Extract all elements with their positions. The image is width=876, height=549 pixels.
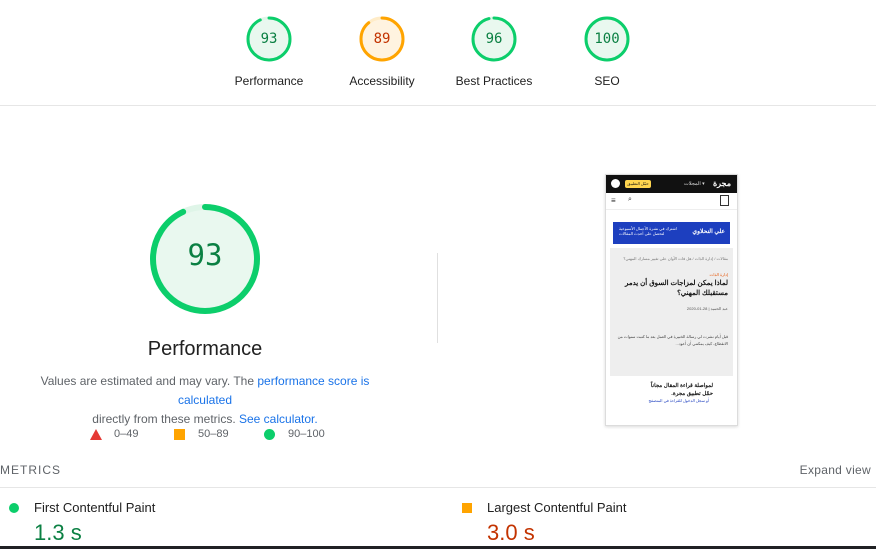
final-screenshot[interactable]: حمّل التطبيق المجلات ▾ مجرة ≡ ⌕ اشترك في… [605,174,738,426]
site-nav: ≡ ⌕ [606,193,737,210]
gauge-label: Performance [234,74,304,88]
cta-line-3: أو سجل الدخول للقراءة في المتصفح [648,398,709,403]
score-ring: 96 [470,15,518,63]
metric-name: Largest Contentful Paint [487,500,627,515]
category-scores-bar: 93 Performance 89 Accessibility 96 Best … [0,0,876,106]
metric-value: 3.0 s [487,520,535,545]
gauge-label: SEO [594,74,620,88]
score-ring: 89 [358,15,406,63]
pass-circle-icon [9,503,19,513]
performance-title: Performance [147,338,263,360]
legend-label: 50–89 [198,428,229,440]
article-category: إدارة الذات [709,272,728,277]
legend-label: 90–100 [288,428,325,440]
newsletter-banner: اشترك في نشرة الأعمال الأسبوعية لتحصل عل… [613,222,730,244]
banner-title: علي النحلاوي [692,229,725,235]
metric-name: First Contentful Paint [34,500,156,515]
gauge-label: Accessibility [349,74,415,88]
desc-text: Values are estimated and may vary. The [40,374,258,388]
article-card: مقالات / إدارة الذات / هل فات الأوان على… [610,248,733,376]
gauge-best-practices[interactable]: 96 Best Practices [434,15,554,88]
legend-label: 0–49 [114,428,139,440]
see-calculator-link[interactable]: See calculator. [239,412,318,426]
metric-value: 1.3 s [34,520,82,545]
desc-text-2: directly from these metrics. [92,412,236,426]
banner-text: اشترك في نشرة الأعمال الأسبوعية لتحصل عل… [619,226,677,236]
legend-pass: 90–100 [264,428,325,440]
score-value: 93 [260,31,278,47]
search-icon: ⌕ [628,196,632,203]
divider [0,487,876,488]
paywall-cta: لمواصلة قراءة المقال مجاناً حمّل تطبيق م… [610,376,733,404]
average-square-icon [462,503,472,513]
article-excerpt: قبل أيام نشرت لي رسالة الخبيرة في العمل … [617,334,728,346]
document-icon [720,195,729,206]
gauge-accessibility[interactable]: 89 Accessibility [322,15,442,88]
square-icon [174,428,185,440]
user-icon [611,179,620,188]
expand-view-toggle[interactable]: Expand view [800,463,871,477]
article-meta: 2020-01-28 | عبد الحميد [686,306,728,311]
legend-fail: 0–49 [90,428,138,440]
triangle-icon [90,428,102,440]
divider [437,253,438,343]
performance-description: Values are estimated and may vary. The p… [20,372,390,429]
magazines-dropdown: المجلات ▾ [684,181,705,187]
menu-icon: ≡ [611,196,616,205]
site-logo: مجرة [712,179,731,188]
article-headline: لماذا يمكن لمزاجات السوق أن يدمر مستقبلك… [624,280,728,297]
gauge-performance[interactable]: 93 Performance [209,15,329,88]
cta-line-2: حمّل تطبيق مجرة. [671,391,713,397]
gauge-label: Best Practices [455,74,533,88]
metrics-header: METRICS [0,463,61,477]
download-app-button: حمّل التطبيق [625,180,651,188]
performance-score: 93 [187,238,223,272]
score-value: 100 [594,31,620,47]
breadcrumb: مقالات / إدارة الذات / هل فات الأوان على… [623,256,728,261]
cta-line-1: لمواصلة قراءة المقال مجاناً [650,383,713,389]
score-value: 89 [373,31,391,47]
score-ring: 93 [245,15,293,63]
score-ring: 100 [583,15,631,63]
score-value: 96 [485,31,503,47]
circle-icon [264,428,275,440]
gauge-seo[interactable]: 100 SEO [547,15,667,88]
legend-average: 50–89 [174,428,229,440]
site-header: حمّل التطبيق المجلات ▾ مجرة [606,175,737,193]
performance-gauge: 93 [148,202,262,316]
